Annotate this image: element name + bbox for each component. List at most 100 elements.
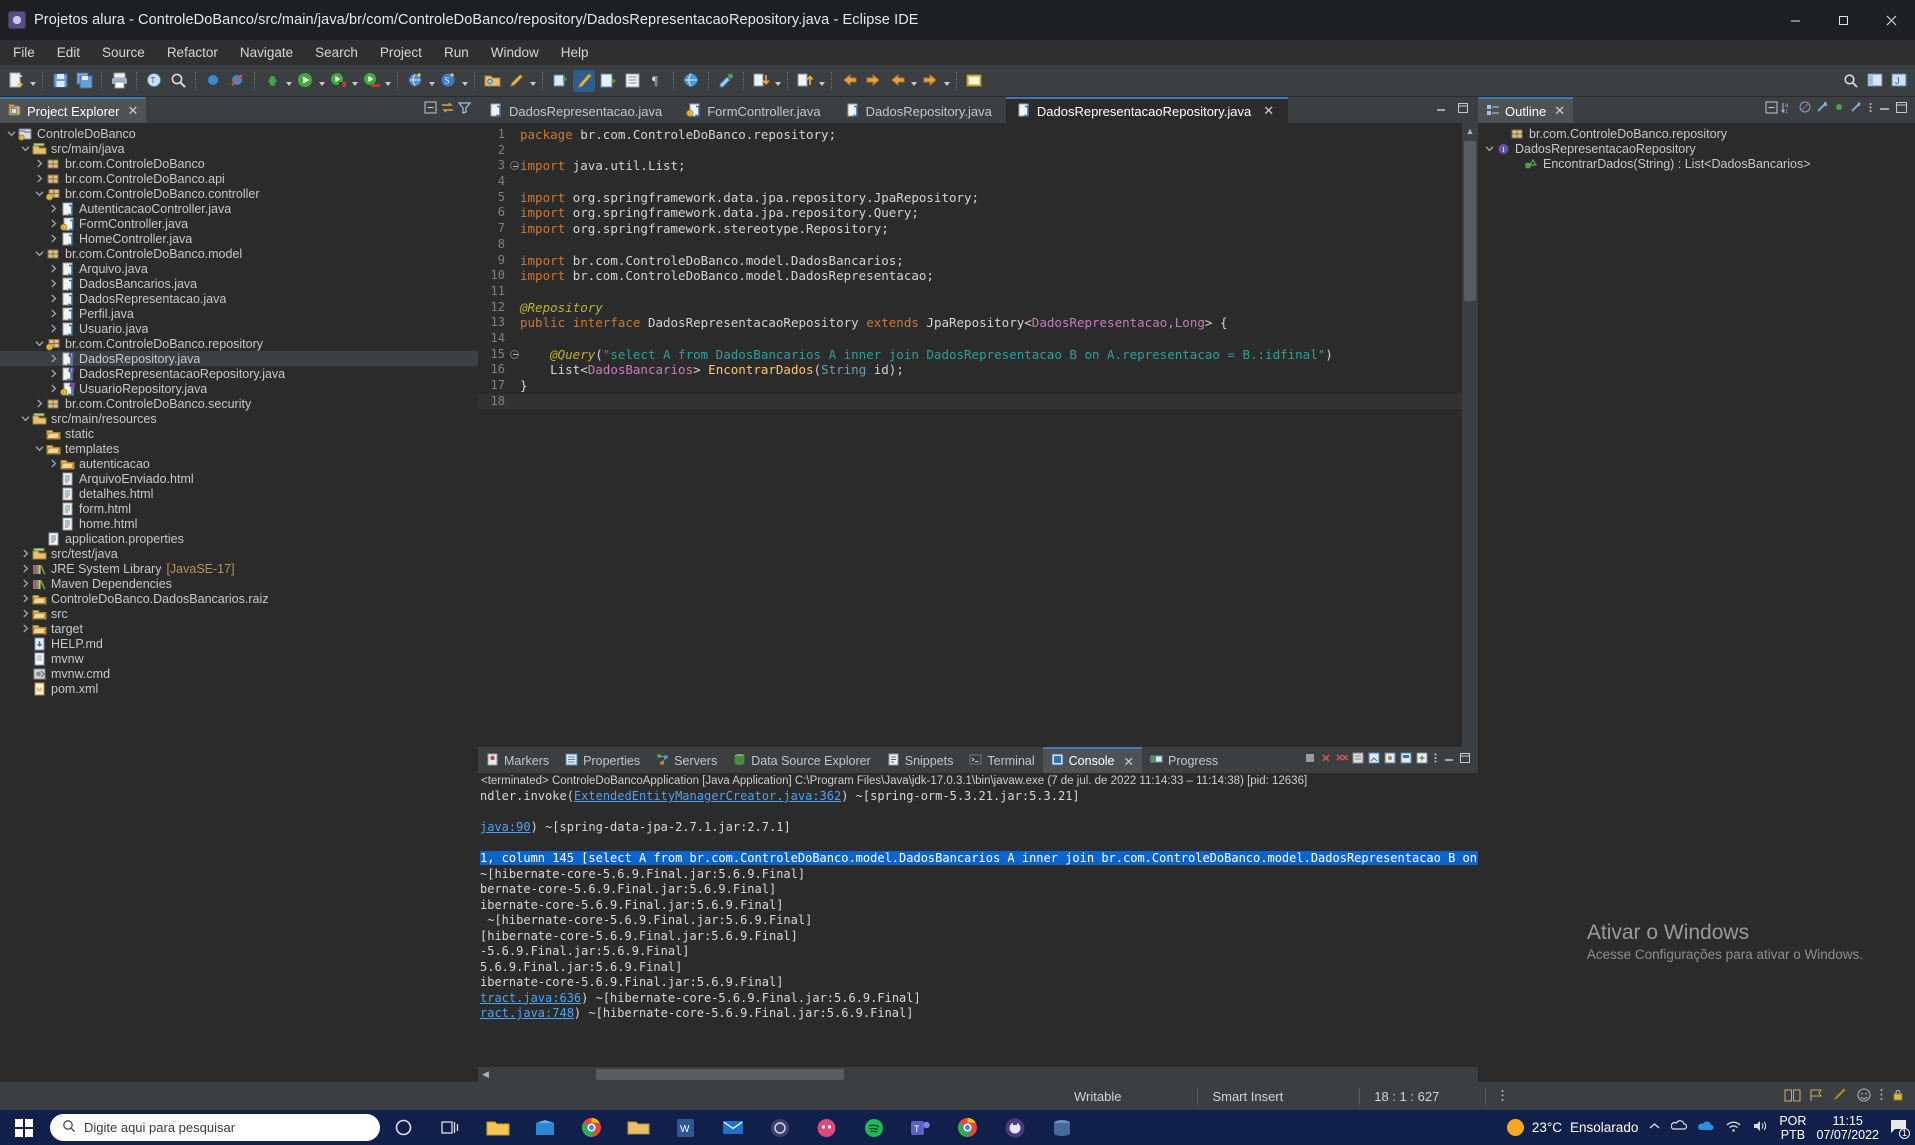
chevron-right-icon[interactable]: [32, 157, 46, 171]
editor-tab[interactable]: ! FormController.java: [676, 97, 834, 123]
console-menu-icon[interactable]: [1431, 751, 1440, 770]
tab-outline[interactable]: Outline ✕: [1478, 97, 1574, 123]
console-tab[interactable]: Console ✕: [1042, 747, 1142, 773]
tree-node[interactable]: Maven Dependencies: [0, 576, 478, 591]
toggle-breakpoint-icon[interactable]: [202, 70, 224, 92]
chevron-down-icon[interactable]: [284, 70, 293, 92]
link-editors-icon[interactable]: [963, 70, 985, 92]
pin-console-icon[interactable]: [1383, 751, 1397, 770]
save-all-icon[interactable]: [73, 70, 95, 92]
collapse-all-icon[interactable]: [1764, 100, 1779, 120]
chevron-down-icon[interactable]: [28, 70, 37, 92]
preferences-icon[interactable]: [715, 70, 737, 92]
tree-node[interactable]: home.html: [0, 516, 478, 531]
tree-node[interactable]: br.com.ControleDoBanco: [0, 156, 478, 171]
show-whitespace-icon[interactable]: [621, 70, 643, 92]
chevron-right-icon[interactable]: [46, 367, 60, 381]
tree-node[interactable]: application.properties: [0, 531, 478, 546]
minimize-view-icon[interactable]: [1877, 100, 1892, 120]
tree-node[interactable]: src: [0, 606, 478, 621]
editor-tab[interactable]: DadosRepository.java: [835, 97, 1006, 123]
wifi-icon[interactable]: [1725, 1119, 1742, 1136]
tree-node[interactable]: ArquivoEnviado.html: [0, 471, 478, 486]
external-tools-icon[interactable]: [360, 70, 382, 92]
run-coverage-icon[interactable]: [327, 70, 349, 92]
chevron-down-icon[interactable]: [817, 70, 826, 92]
console-scroll-thumb[interactable]: [596, 1069, 844, 1080]
mail-icon[interactable]: [709, 1110, 756, 1145]
console-tab[interactable]: Terminal: [961, 747, 1042, 773]
back-icon[interactable]: [838, 70, 860, 92]
chevron-down-icon[interactable]: [350, 70, 359, 92]
chevron-right-icon[interactable]: [46, 457, 60, 471]
tree-node[interactable]: src/main/java: [0, 141, 478, 156]
chevron-right-icon[interactable]: [32, 397, 46, 411]
status-more-icon[interactable]: [1485, 1087, 1519, 1105]
chevron-down-icon[interactable]: [18, 142, 32, 156]
outline-tree[interactable]: br.com.ControleDoBanco.repository I DadosR…: [1478, 123, 1915, 1082]
tree-node[interactable]: target: [0, 621, 478, 636]
tree-node[interactable]: mvnw.cmd: [0, 666, 478, 681]
tree-node[interactable]: detalhes.html: [0, 486, 478, 501]
collapse-all-icon[interactable]: [423, 100, 438, 120]
view-menu-icon[interactable]: [1866, 100, 1875, 120]
tree-node[interactable]: Mpom.xml: [0, 681, 478, 696]
tree-node[interactable]: br.com.ControleDoBanco.model: [0, 246, 478, 261]
display-console-icon[interactable]: [1399, 751, 1413, 770]
chevron-down-icon[interactable]: [773, 70, 782, 92]
volume-icon[interactable]: [1752, 1119, 1769, 1136]
close-button[interactable]: [1867, 0, 1915, 40]
tree-node[interactable]: br.com.ControleDoBanco.security: [0, 396, 478, 411]
quick-access-search-icon[interactable]: [1840, 70, 1862, 92]
chevron-right-icon[interactable]: [46, 322, 60, 336]
console-tab[interactable]: Snippets: [879, 747, 962, 773]
chevron-down-icon[interactable]: [4, 127, 18, 141]
console-tab[interactable]: Data Source Explorer: [725, 747, 879, 773]
flag-icon[interactable]: [1808, 1088, 1825, 1105]
chevron-right-icon[interactable]: [18, 547, 32, 561]
maximize-view-icon[interactable]: [1894, 100, 1909, 120]
teams-icon[interactable]: T: [897, 1110, 944, 1145]
run-icon[interactable]: [294, 70, 316, 92]
chevron-down-icon[interactable]: [32, 337, 46, 351]
cortana-icon[interactable]: [380, 1110, 427, 1145]
menu-edit[interactable]: Edit: [46, 42, 91, 63]
clear-console-icon[interactable]: [1351, 751, 1365, 770]
tree-node[interactable]: src/main/resources: [0, 411, 478, 426]
sort-icon[interactable]: az: [1781, 100, 1796, 120]
upload-icon[interactable]: [794, 70, 816, 92]
hide-fields-icon[interactable]: [1798, 100, 1813, 120]
tree-node[interactable]: form.html: [0, 501, 478, 516]
tree-node[interactable]: I DadosRepresentacaoRepository.java: [0, 366, 478, 381]
tree-node[interactable]: ! br.com.ControleDoBanco.repository: [0, 336, 478, 351]
forward-icon[interactable]: [862, 70, 884, 92]
chevron-down-icon[interactable]: [427, 70, 436, 92]
maximize-editor-icon[interactable]: [1456, 101, 1470, 120]
scroll-up-icon[interactable]: ▲: [1462, 123, 1478, 139]
close-icon[interactable]: ✕: [127, 103, 138, 119]
chevron-right-icon[interactable]: [46, 202, 60, 216]
onedrive-icon[interactable]: [1697, 1120, 1715, 1136]
paragraph-icon[interactable]: ¶: [645, 70, 667, 92]
tree-node[interactable]: autenticacao: [0, 456, 478, 471]
stacktrace-link[interactable]: java:90: [480, 820, 531, 834]
whatsapp-icon[interactable]: [756, 1110, 803, 1145]
weather-widget[interactable]: 23°C Ensolarado: [1506, 1119, 1638, 1136]
tree-node[interactable]: DadosBancarios.java: [0, 276, 478, 291]
chevron-down-icon[interactable]: [317, 70, 326, 92]
chevron-right-icon[interactable]: [46, 277, 60, 291]
tree-node[interactable]: ! br.com.ControleDoBanco.controller: [0, 186, 478, 201]
dbeaver-icon[interactable]: [1038, 1110, 1085, 1145]
hide-nonpublic-icon[interactable]: [1832, 100, 1847, 120]
web-browser-icon[interactable]: [680, 70, 702, 92]
menu-file[interactable]: File: [2, 42, 46, 63]
chevron-down-icon[interactable]: [1482, 142, 1496, 156]
back-history-icon[interactable]: [886, 70, 908, 92]
chevron-right-icon[interactable]: [18, 562, 32, 576]
spotify-icon[interactable]: [850, 1110, 897, 1145]
menu-project[interactable]: Project: [369, 42, 433, 63]
open-type-icon[interactable]: T: [143, 70, 165, 92]
scroll-lock-icon[interactable]: [1367, 751, 1381, 770]
tree-node[interactable]: Perfil.java: [0, 306, 478, 321]
open-perspective-icon[interactable]: [404, 70, 426, 92]
